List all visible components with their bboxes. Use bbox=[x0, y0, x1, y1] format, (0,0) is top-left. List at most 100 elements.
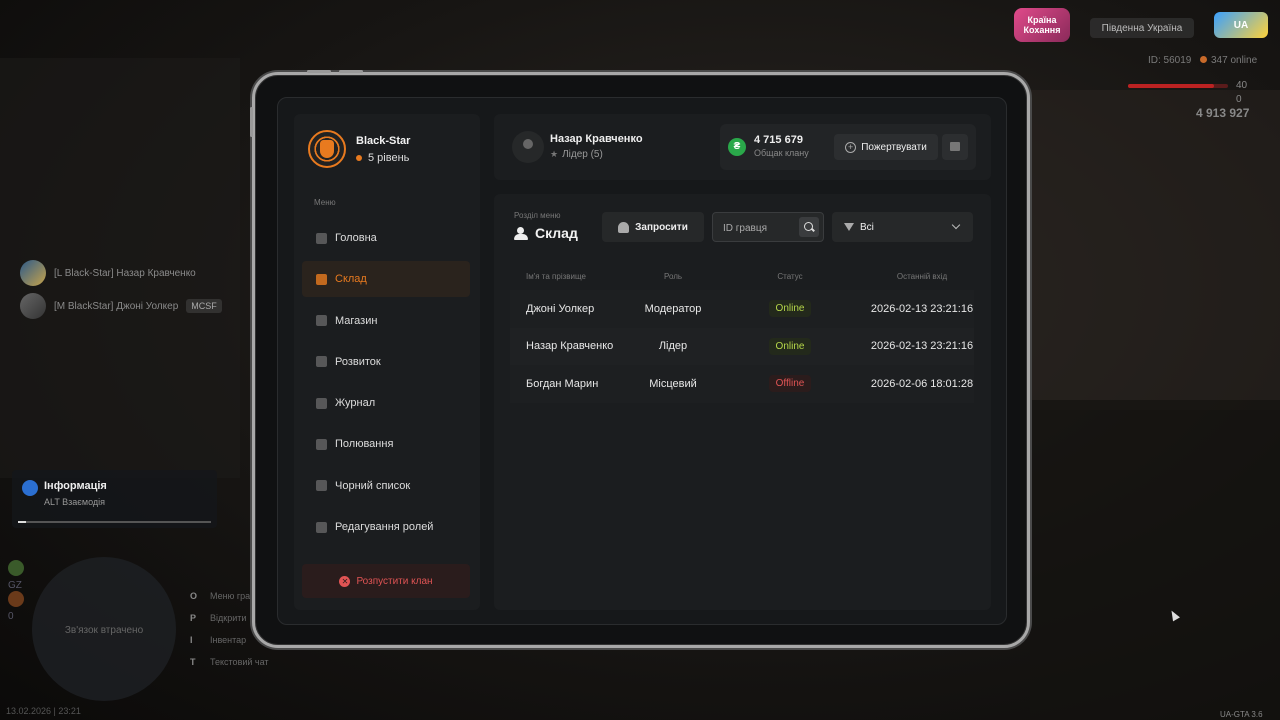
health-value: 40 bbox=[1236, 80, 1248, 91]
sidebar: Black-Star 5 рівень Меню Головна Склад М… bbox=[294, 114, 480, 610]
tablet-button bbox=[250, 107, 253, 137]
warehouse-panel: Розділ меню Склад Запросити Всі Ім'я та … bbox=[494, 194, 991, 610]
sidebar-item-hunting[interactable]: Полювання bbox=[302, 426, 470, 462]
column-header: Останній вхід bbox=[896, 271, 948, 281]
invite-button[interactable]: Запросити bbox=[602, 212, 704, 242]
clan-level: 5 рівень bbox=[356, 152, 409, 164]
info-progress-fill bbox=[18, 521, 26, 523]
bank-amount: 4 715 679 bbox=[754, 134, 803, 146]
voice-player-name: [M BlackStar] Джоні Уолкер bbox=[54, 300, 179, 312]
avatar bbox=[20, 260, 46, 286]
menu-caption: Меню bbox=[314, 198, 336, 207]
member-role: Модератор bbox=[644, 302, 702, 315]
sidebar-item-blacklist[interactable]: Чорний список bbox=[302, 468, 470, 504]
clan-app: Black-Star 5 рівень Меню Головна Склад М… bbox=[277, 97, 1007, 625]
table-row[interactable]: Богдан Марин Місцевий Offline 2026-02-06… bbox=[510, 365, 974, 403]
server-name: Південна Україна bbox=[1090, 18, 1194, 38]
sidebar-item-label: Магазин bbox=[335, 314, 378, 327]
archive-button[interactable] bbox=[942, 134, 968, 160]
disband-clan-button[interactable]: ✕ Розпустити клан bbox=[302, 564, 470, 598]
invite-label: Запросити bbox=[635, 221, 688, 233]
home-icon bbox=[316, 232, 327, 244]
member-status: Online bbox=[710, 337, 870, 355]
online-dot-icon bbox=[1200, 56, 1207, 63]
sidebar-item-roles[interactable]: Редагування ролей bbox=[302, 509, 470, 545]
tablet-frame: Black-Star 5 рівень Меню Головна Склад М… bbox=[250, 70, 1030, 648]
column-header: Ім'я та прізвище bbox=[526, 271, 586, 281]
search-input[interactable] bbox=[723, 220, 795, 236]
column-header: Статус bbox=[777, 271, 803, 281]
member-status: Online bbox=[710, 300, 870, 318]
donate-button[interactable]: + Пожертвувати bbox=[834, 134, 938, 160]
hint-row: P Відкрити bbox=[190, 613, 246, 623]
member-name: Джоні Уолкер bbox=[526, 302, 595, 315]
status-badge: Offline bbox=[768, 375, 812, 393]
filter-value: Всі bbox=[860, 221, 874, 233]
profile-header: Назар Кравченко ★ Лідер (5) ₴ 4 715 679 О… bbox=[494, 114, 991, 180]
clan-level-label: 5 рівень bbox=[368, 152, 410, 164]
clan-logo bbox=[308, 130, 346, 168]
column-header: Роль bbox=[663, 271, 683, 281]
voice-row: [M BlackStar] Джоні Уолкер MCSF bbox=[20, 293, 222, 319]
blocked-icon bbox=[316, 480, 327, 492]
money-value: 4 913 927 bbox=[1196, 106, 1250, 120]
table-body: Джоні Уолкер Модератор Online 2026-02-13… bbox=[510, 290, 974, 403]
sidebar-item-warehouse[interactable]: Склад bbox=[302, 261, 470, 298]
page-title-label: Склад bbox=[535, 225, 578, 241]
member-role: Місцевий bbox=[649, 377, 697, 390]
sidebar-item-label: Чорний список bbox=[335, 479, 411, 492]
game-background bbox=[1030, 90, 1280, 410]
sidebar-item-label: Головна bbox=[335, 232, 377, 244]
hint-row: O Меню гра bbox=[190, 591, 250, 601]
sidebar-item-label: Склад bbox=[335, 273, 367, 286]
lightbulb-icon bbox=[22, 480, 38, 496]
sidebar-item-home[interactable]: Головна bbox=[302, 220, 470, 256]
hint-row: T Текстовий чат bbox=[190, 657, 269, 667]
side-stat-label: 0 bbox=[8, 611, 14, 622]
member-status: Offline bbox=[710, 375, 870, 393]
hint-key: I bbox=[190, 635, 193, 645]
filter-select[interactable]: Всі bbox=[832, 212, 973, 242]
sidebar-item-label: Розвиток bbox=[335, 355, 381, 368]
armor-icon bbox=[8, 560, 24, 576]
status-badge: Online bbox=[768, 300, 812, 318]
user-add-icon bbox=[618, 221, 630, 233]
disband-label: Розпустити клан bbox=[356, 575, 433, 587]
search-box bbox=[712, 212, 824, 242]
chevron-down-icon bbox=[951, 220, 961, 230]
user-role-label: Лідер (5) bbox=[562, 149, 603, 160]
table-row[interactable]: Джоні Уолкер Модератор Online 2026-02-13… bbox=[510, 290, 974, 328]
avatar bbox=[512, 131, 544, 163]
info-subtitle: ALT Взаємодія bbox=[44, 497, 106, 507]
sidebar-item-shop[interactable]: Магазин bbox=[302, 303, 470, 339]
sidebar-item-label: Журнал bbox=[335, 397, 376, 410]
clan-bank: ₴ 4 715 679 Общак клану + Пожертвувати bbox=[720, 124, 976, 170]
hint-label: Меню гра bbox=[210, 591, 251, 601]
sidebar-item-journal[interactable]: Журнал bbox=[302, 385, 470, 421]
online-count-label: 347 online bbox=[1211, 55, 1258, 66]
info-title: Інформація bbox=[44, 480, 107, 492]
coin-icon: ₴ bbox=[728, 138, 746, 156]
member-name: Богдан Марин bbox=[526, 377, 599, 390]
hint-key: P bbox=[190, 613, 197, 623]
hint-row: I Інвентар bbox=[190, 635, 246, 645]
game-version: UA-GTA 3.6 bbox=[1220, 710, 1263, 719]
minimap-status: Зв'язок втрачено bbox=[64, 625, 144, 636]
member-last-login: 2026-02-06 18:01:28 bbox=[870, 377, 974, 390]
avatar bbox=[20, 293, 46, 319]
table-row[interactable]: Назар Кравченко Лідер Online 2026-02-13 … bbox=[510, 327, 974, 365]
shield-icon bbox=[320, 140, 334, 158]
status-badge: Online bbox=[768, 337, 812, 355]
star-icon: ★ bbox=[550, 149, 559, 159]
sidebar-item-label: Полювання bbox=[335, 438, 394, 451]
user-name: Назар Кравченко bbox=[550, 133, 643, 145]
hint-key: O bbox=[190, 591, 198, 601]
search-icon[interactable] bbox=[799, 217, 819, 237]
clan-name: Black-Star bbox=[356, 135, 411, 147]
page-title: Склад bbox=[514, 225, 578, 241]
table-header: Ім'я та прізвище Роль Статус Останній вх… bbox=[510, 266, 974, 286]
sidebar-item-development[interactable]: Розвиток bbox=[302, 344, 470, 380]
voice-row: [L Black-Star] Назар Кравченко bbox=[20, 260, 196, 286]
health-bar-fill bbox=[1128, 84, 1214, 88]
side-stat-label: GZ bbox=[8, 580, 22, 591]
